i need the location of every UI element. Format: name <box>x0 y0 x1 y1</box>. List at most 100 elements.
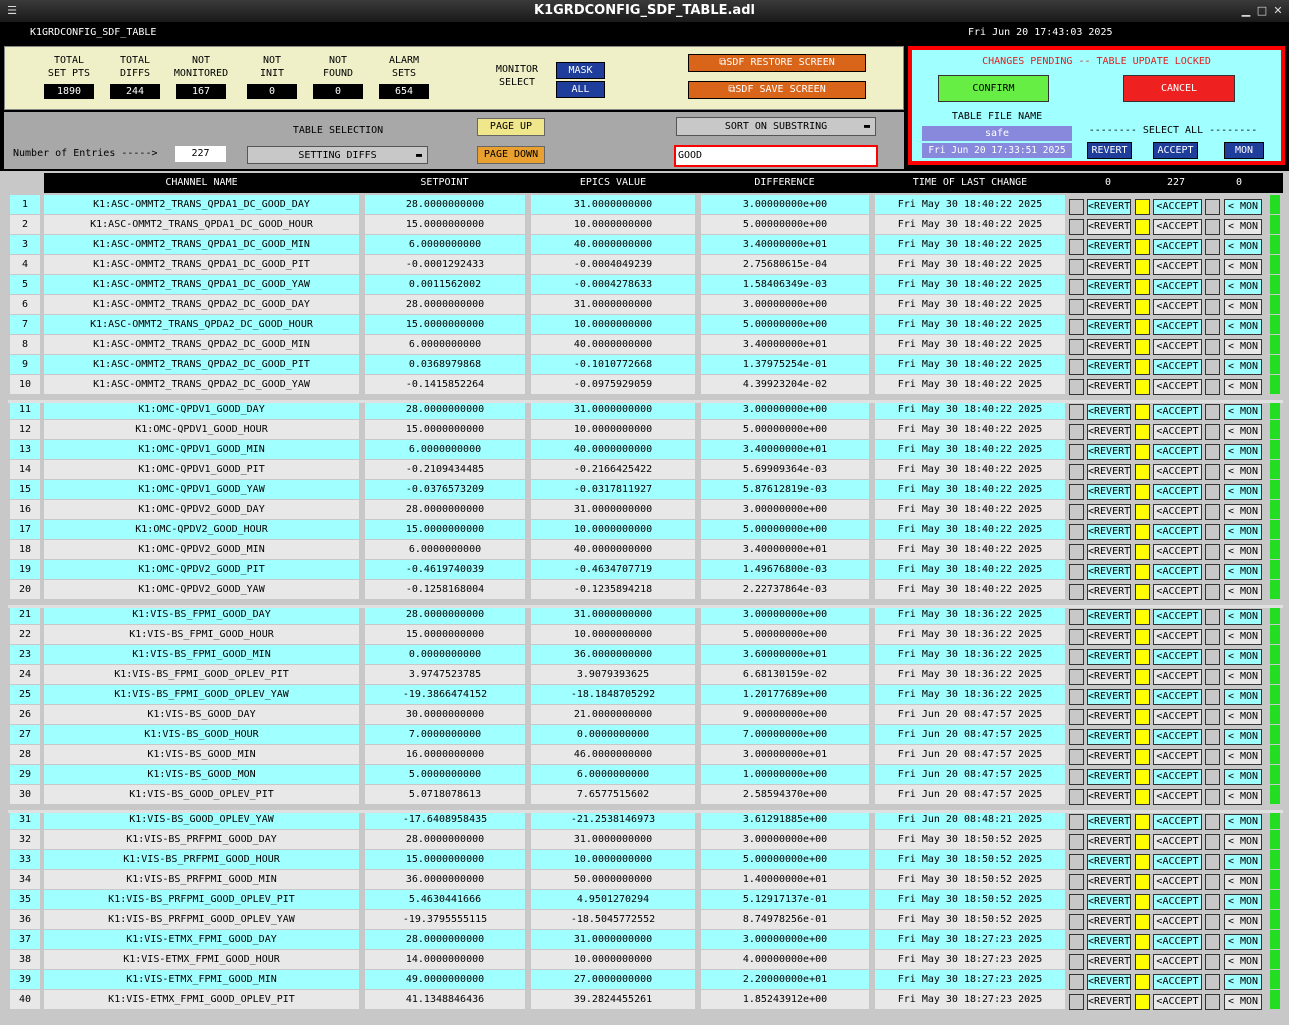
mon-checkbox[interactable] <box>1205 339 1220 355</box>
row-accept-button[interactable]: <ACCEPT <box>1153 789 1202 805</box>
row-revert-button[interactable]: <REVERT <box>1087 259 1131 275</box>
row-mon-button[interactable]: < MON <box>1224 669 1262 685</box>
row-accept-button[interactable]: <ACCEPT <box>1153 279 1202 295</box>
mon-checkbox[interactable] <box>1205 319 1220 335</box>
row-revert-button[interactable]: <REVERT <box>1087 689 1131 705</box>
mon-checkbox[interactable] <box>1205 239 1220 255</box>
row-accept-button[interactable]: <ACCEPT <box>1153 994 1202 1010</box>
mon-checkbox[interactable] <box>1205 769 1220 785</box>
sort-substring-dropdown[interactable]: SORT ON SUBSTRING ▬ <box>676 117 876 136</box>
row-mon-button[interactable]: < MON <box>1224 894 1262 910</box>
row-accept-button[interactable]: <ACCEPT <box>1153 219 1202 235</box>
accept-checkbox[interactable] <box>1135 934 1150 950</box>
row-revert-button[interactable]: <REVERT <box>1087 669 1131 685</box>
revert-checkbox[interactable] <box>1069 874 1084 890</box>
row-accept-button[interactable]: <ACCEPT <box>1153 814 1202 830</box>
close-icon[interactable]: ✕ <box>1272 5 1284 17</box>
row-revert-button[interactable]: <REVERT <box>1087 339 1131 355</box>
revert-checkbox[interactable] <box>1069 504 1084 520</box>
mon-checkbox[interactable] <box>1205 834 1220 850</box>
revert-checkbox[interactable] <box>1069 934 1084 950</box>
row-accept-button[interactable]: <ACCEPT <box>1153 769 1202 785</box>
confirm-button[interactable]: CONFIRM <box>938 75 1049 102</box>
row-accept-button[interactable]: <ACCEPT <box>1153 974 1202 990</box>
mon-checkbox[interactable] <box>1205 584 1220 600</box>
mon-checkbox[interactable] <box>1205 689 1220 705</box>
accept-checkbox[interactable] <box>1135 279 1150 295</box>
row-mon-button[interactable]: < MON <box>1224 914 1262 930</box>
mon-checkbox[interactable] <box>1205 814 1220 830</box>
accept-checkbox[interactable] <box>1135 914 1150 930</box>
row-mon-button[interactable]: < MON <box>1224 464 1262 480</box>
row-accept-button[interactable]: <ACCEPT <box>1153 404 1202 420</box>
row-accept-button[interactable]: <ACCEPT <box>1153 874 1202 890</box>
mon-checkbox[interactable] <box>1205 279 1220 295</box>
accept-checkbox[interactable] <box>1135 854 1150 870</box>
accept-checkbox[interactable] <box>1135 994 1150 1010</box>
revert-checkbox[interactable] <box>1069 299 1084 315</box>
row-accept-button[interactable]: <ACCEPT <box>1153 199 1202 215</box>
row-revert-button[interactable]: <REVERT <box>1087 584 1131 600</box>
row-accept-button[interactable]: <ACCEPT <box>1153 749 1202 765</box>
revert-checkbox[interactable] <box>1069 629 1084 645</box>
mon-checkbox[interactable] <box>1205 954 1220 970</box>
row-mon-button[interactable]: < MON <box>1224 339 1262 355</box>
row-revert-button[interactable]: <REVERT <box>1087 484 1131 500</box>
accept-checkbox[interactable] <box>1135 814 1150 830</box>
row-revert-button[interactable]: <REVERT <box>1087 424 1131 440</box>
row-accept-button[interactable]: <ACCEPT <box>1153 629 1202 645</box>
row-accept-button[interactable]: <ACCEPT <box>1153 954 1202 970</box>
row-revert-button[interactable]: <REVERT <box>1087 834 1131 850</box>
revert-checkbox[interactable] <box>1069 404 1084 420</box>
row-revert-button[interactable]: <REVERT <box>1087 649 1131 665</box>
all-button[interactable]: ALL <box>556 81 605 98</box>
mon-checkbox[interactable] <box>1205 629 1220 645</box>
accept-checkbox[interactable] <box>1135 504 1150 520</box>
revert-checkbox[interactable] <box>1069 199 1084 215</box>
row-mon-button[interactable]: < MON <box>1224 424 1262 440</box>
row-mon-button[interactable]: < MON <box>1224 609 1262 625</box>
accept-checkbox[interactable] <box>1135 259 1150 275</box>
revert-checkbox[interactable] <box>1069 954 1084 970</box>
page-down-button[interactable]: PAGE DOWN <box>477 146 545 164</box>
sdf-save-button[interactable]: ⧉SDF SAVE SCREEN <box>688 81 866 99</box>
row-revert-button[interactable]: <REVERT <box>1087 994 1131 1010</box>
revert-checkbox[interactable] <box>1069 689 1084 705</box>
accept-checkbox[interactable] <box>1135 199 1150 215</box>
select-all-accept-button[interactable]: ACCEPT <box>1153 142 1198 159</box>
mon-checkbox[interactable] <box>1205 974 1220 990</box>
row-mon-button[interactable]: < MON <box>1224 854 1262 870</box>
window-menu-icon[interactable]: ☰ <box>6 5 18 17</box>
row-mon-button[interactable]: < MON <box>1224 319 1262 335</box>
accept-checkbox[interactable] <box>1135 749 1150 765</box>
row-revert-button[interactable]: <REVERT <box>1087 954 1131 970</box>
table-selection-dropdown[interactable]: SETTING DIFFS ▬ <box>247 146 428 164</box>
row-mon-button[interactable]: < MON <box>1224 789 1262 805</box>
row-revert-button[interactable]: <REVERT <box>1087 279 1131 295</box>
accept-checkbox[interactable] <box>1135 954 1150 970</box>
mon-checkbox[interactable] <box>1205 379 1220 395</box>
row-mon-button[interactable]: < MON <box>1224 544 1262 560</box>
accept-checkbox[interactable] <box>1135 484 1150 500</box>
mon-checkbox[interactable] <box>1205 404 1220 420</box>
mon-checkbox[interactable] <box>1205 219 1220 235</box>
accept-checkbox[interactable] <box>1135 609 1150 625</box>
row-revert-button[interactable]: <REVERT <box>1087 974 1131 990</box>
select-all-revert-button[interactable]: REVERT <box>1087 142 1132 159</box>
row-revert-button[interactable]: <REVERT <box>1087 219 1131 235</box>
mon-checkbox[interactable] <box>1205 484 1220 500</box>
revert-checkbox[interactable] <box>1069 484 1084 500</box>
row-accept-button[interactable]: <ACCEPT <box>1153 669 1202 685</box>
row-revert-button[interactable]: <REVERT <box>1087 299 1131 315</box>
mon-checkbox[interactable] <box>1205 874 1220 890</box>
revert-checkbox[interactable] <box>1069 994 1084 1010</box>
row-accept-button[interactable]: <ACCEPT <box>1153 914 1202 930</box>
row-mon-button[interactable]: < MON <box>1224 934 1262 950</box>
accept-checkbox[interactable] <box>1135 239 1150 255</box>
mon-checkbox[interactable] <box>1205 914 1220 930</box>
row-revert-button[interactable]: <REVERT <box>1087 769 1131 785</box>
mon-checkbox[interactable] <box>1205 649 1220 665</box>
row-mon-button[interactable]: < MON <box>1224 834 1262 850</box>
accept-checkbox[interactable] <box>1135 669 1150 685</box>
accept-checkbox[interactable] <box>1135 564 1150 580</box>
